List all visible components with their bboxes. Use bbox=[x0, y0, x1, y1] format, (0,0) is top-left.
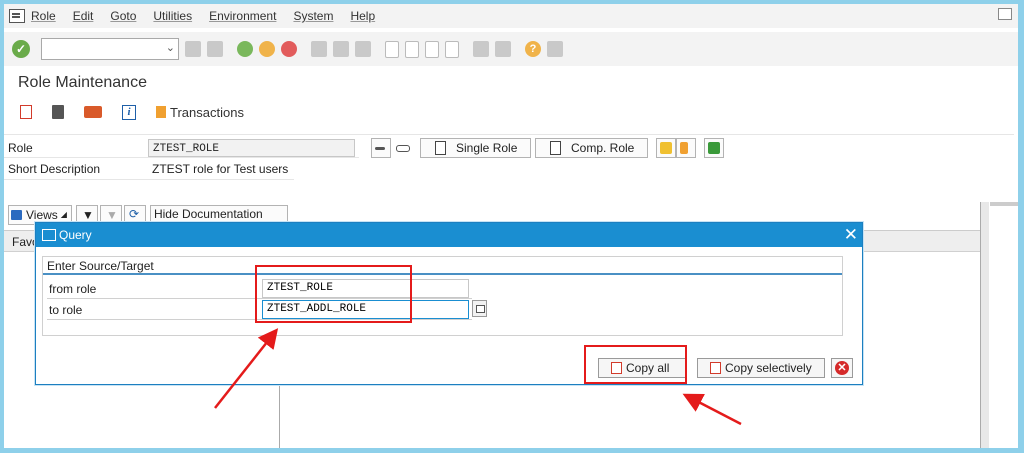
arrow-to-roles bbox=[214, 328, 279, 409]
arrow-to-copy-all bbox=[682, 393, 742, 426]
sap-window: Role Edit Goto Utilities Environment Sys… bbox=[4, 4, 1018, 448]
annotation-arrows bbox=[214, 328, 742, 426]
